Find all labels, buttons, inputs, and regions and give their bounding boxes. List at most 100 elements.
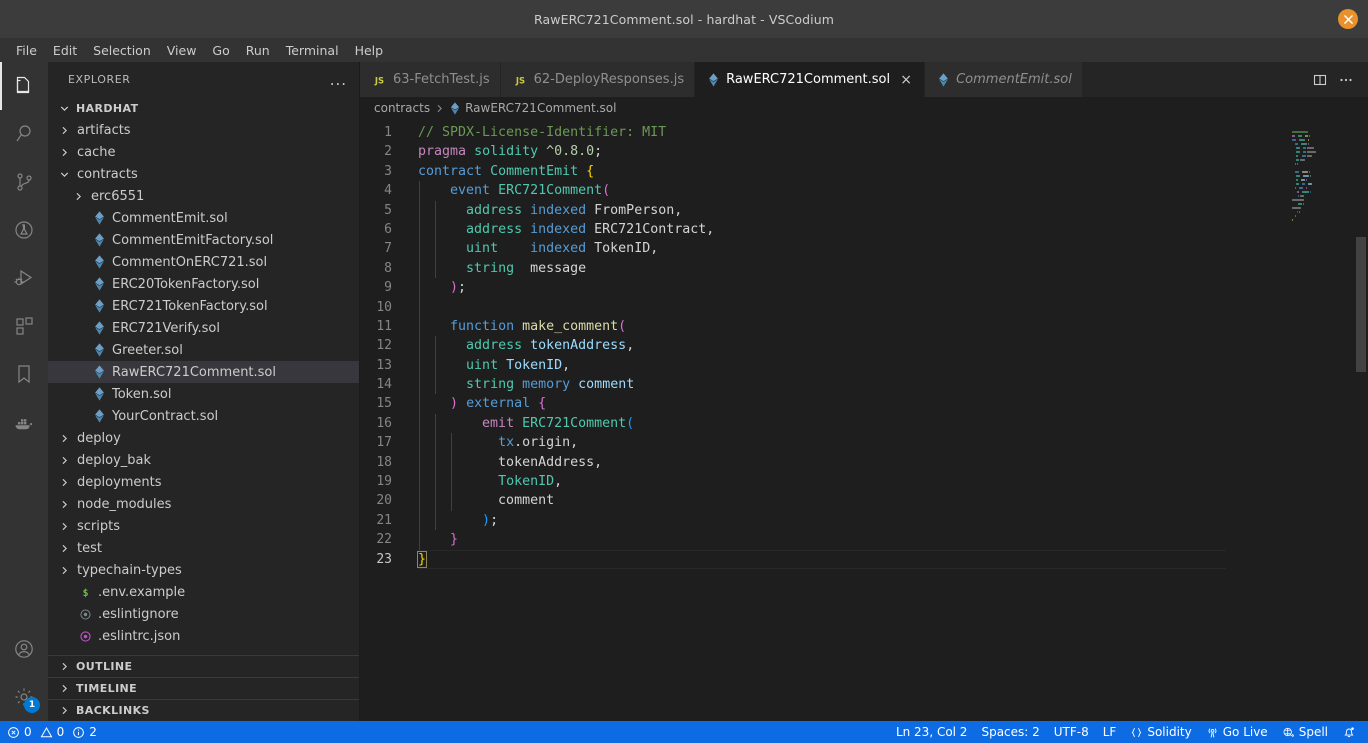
minimap-segment [1292, 211, 1296, 213]
explorer-icon[interactable] [0, 62, 48, 110]
tree-item-yourcontract-sol[interactable]: YourContract.sol [48, 405, 359, 427]
tree-item-node-modules[interactable]: node_modules [48, 493, 359, 515]
code-line[interactable]: 8 string message [360, 258, 1286, 279]
breadcrumb-item-file[interactable]: RawERC721Comment.sol [465, 101, 616, 115]
sidebar-item-outline[interactable]: OUTLINE [48, 655, 359, 677]
tree-item-erc20tokenfactory-sol[interactable]: ERC20TokenFactory.sol [48, 273, 359, 295]
code-line[interactable]: 9 ); [360, 278, 1286, 298]
code-line[interactable]: 10 [360, 297, 1286, 317]
code-line[interactable]: 3 contract CommentEmit { [360, 162, 1286, 181]
code-line[interactable]: 15 ) external { [360, 394, 1286, 414]
menu-terminal[interactable]: Terminal [278, 41, 347, 60]
tree-item-erc721tokenfactory-sol[interactable]: ERC721TokenFactory.sol [48, 295, 359, 317]
testing-icon[interactable] [0, 206, 48, 254]
tree-item-cache[interactable]: cache [48, 141, 359, 163]
tree-item-erc6551[interactable]: erc6551 [48, 185, 359, 207]
code-line[interactable]: 21 ); [360, 510, 1286, 531]
status-problems[interactable]: 0 0 2 [0, 721, 104, 743]
status-eol[interactable]: LF [1096, 721, 1124, 743]
code-lines[interactable]: 1 // SPDX-License-Identifier: MIT 2 pragma … [360, 119, 1286, 721]
code-line[interactable]: 6 address indexed ERC721Contract, [360, 219, 1286, 240]
extensions-icon[interactable] [0, 302, 48, 350]
tree-item-commentemit-sol[interactable]: CommentEmit.sol [48, 207, 359, 229]
tree-item-contracts[interactable]: contracts [48, 163, 359, 185]
sidebar-item-timeline[interactable]: TIMELINE [48, 677, 359, 699]
sidebar-more-actions-icon[interactable]: ... [330, 72, 347, 87]
tree-item-scripts[interactable]: scripts [48, 515, 359, 537]
tree-item-erc721verify-sol[interactable]: ERC721Verify.sol [48, 317, 359, 339]
line-number: 5 [384, 202, 392, 218]
editor-tab-62-deployresponses-js[interactable]: JS 62-DeployResponses.js [500, 62, 696, 97]
search-icon[interactable] [0, 110, 48, 158]
more-actions-icon[interactable] [1338, 72, 1354, 88]
menu-help[interactable]: Help [347, 41, 392, 60]
code-line[interactable]: 2 pragma solidity ^0.8.0; [360, 142, 1286, 161]
code-line[interactable]: 19 TokenID, [360, 472, 1286, 492]
tree-item-artifacts[interactable]: artifacts [48, 119, 359, 141]
menu-view[interactable]: View [159, 41, 205, 60]
status-encoding[interactable]: UTF-8 [1047, 721, 1096, 743]
status-editor-position[interactable]: Ln 23, Col 2 [889, 721, 975, 743]
tree-item-eslintrc-json[interactable]: .eslintrc.json [48, 625, 359, 647]
tree-item-env-example[interactable]: $ .env.example [48, 581, 359, 603]
code-token: ( [618, 318, 627, 334]
editor-tab-rawerc721comment-sol[interactable]: RawERC721Comment.sol × [695, 62, 926, 97]
status-indentation[interactable]: Spaces: 2 [974, 721, 1046, 743]
close-icon[interactable]: × [898, 72, 914, 88]
editor-tab-63-fetchtest-js[interactable]: JS 63-FetchTest.js [360, 62, 501, 97]
sidebar-item-backlinks[interactable]: BACKLINKS [48, 699, 359, 721]
close-icon[interactable] [1338, 9, 1358, 29]
tree-item-commentonerc721-sol[interactable]: CommentOnERC721.sol [48, 251, 359, 273]
status-go-live[interactable]: Go Live [1199, 721, 1275, 743]
code-line[interactable]: 7 uint indexed TokenID, [360, 239, 1286, 259]
tree-item-deployments[interactable]: deployments [48, 471, 359, 493]
code-line[interactable]: 12 address tokenAddress, [360, 336, 1286, 356]
tree-item-rawerc721comment-sol[interactable]: RawERC721Comment.sol [48, 361, 359, 383]
code-line[interactable]: 20 comment [360, 491, 1286, 511]
workspace-root-hardhat[interactable]: HARDHAT [48, 97, 359, 119]
menu-run[interactable]: Run [238, 41, 278, 60]
bookmarks-icon[interactable] [0, 350, 48, 398]
menu-go[interactable]: Go [204, 41, 237, 60]
menu-file[interactable]: File [8, 41, 45, 60]
code-text: address indexed FromPerson, [418, 200, 682, 220]
split-editor-right-icon[interactable] [1312, 72, 1328, 88]
minimap-line [1292, 143, 1350, 146]
docker-icon[interactable] [0, 398, 48, 446]
menu-selection[interactable]: Selection [85, 41, 159, 60]
tree-item-typechain-types[interactable]: typechain-types [48, 559, 359, 581]
code-line[interactable]: 11 function make_comment( [360, 316, 1286, 337]
vertical-scrollbar[interactable] [1354, 119, 1368, 721]
tree-item-label: deployments [77, 474, 162, 490]
breadcrumb-item-folder[interactable]: contracts [374, 101, 430, 115]
minimap[interactable] [1286, 119, 1354, 721]
code-line[interactable]: 16 emit ERC721Comment( [360, 413, 1286, 434]
editor-tab-commentemit-sol[interactable]: CommentEmit.sol [925, 62, 1083, 97]
manage-settings-icon[interactable]: 1 [0, 673, 48, 721]
code-line[interactable]: 4 event ERC721Comment( [360, 181, 1286, 201]
source-control-icon[interactable] [0, 158, 48, 206]
tree-item-deploy-bak[interactable]: deploy_bak [48, 449, 359, 471]
code-line[interactable]: 17 tx.origin, [360, 433, 1286, 453]
code-line[interactable]: 13 uint TokenID, [360, 355, 1286, 376]
run-and-debug-icon[interactable] [0, 254, 48, 302]
accounts-icon[interactable] [0, 625, 48, 673]
tree-item-eslintignore[interactable]: .eslintignore [48, 603, 359, 625]
code-line[interactable]: 18 tokenAddress, [360, 452, 1286, 473]
code-line[interactable]: 23} [360, 549, 1286, 570]
menu-edit[interactable]: Edit [45, 41, 85, 60]
code-line[interactable]: 5 address indexed FromPerson, [360, 200, 1286, 220]
tree-item-token-sol[interactable]: Token.sol [48, 383, 359, 405]
code-line[interactable]: 14 string memory comment [360, 375, 1286, 395]
code-line[interactable]: 22 } [360, 530, 1286, 550]
tree-item-deploy[interactable]: deploy [48, 427, 359, 449]
tree-item-greeter-sol[interactable]: Greeter.sol [48, 339, 359, 361]
code-line[interactable]: 1 // SPDX-License-Identifier: MIT [360, 123, 1286, 142]
code-editor[interactable]: 1 // SPDX-License-Identifier: MIT 2 pragma … [360, 119, 1368, 721]
status-spell-checker[interactable]: Spell [1275, 721, 1335, 743]
tree-item-commentemitfactory-sol[interactable]: CommentEmitFactory.sol [48, 229, 359, 251]
status-notifications[interactable] [1335, 721, 1368, 743]
status-language-mode[interactable]: Solidity [1123, 721, 1198, 743]
tree-item-test[interactable]: test [48, 537, 359, 559]
scrollbar-thumb[interactable] [1356, 237, 1366, 372]
